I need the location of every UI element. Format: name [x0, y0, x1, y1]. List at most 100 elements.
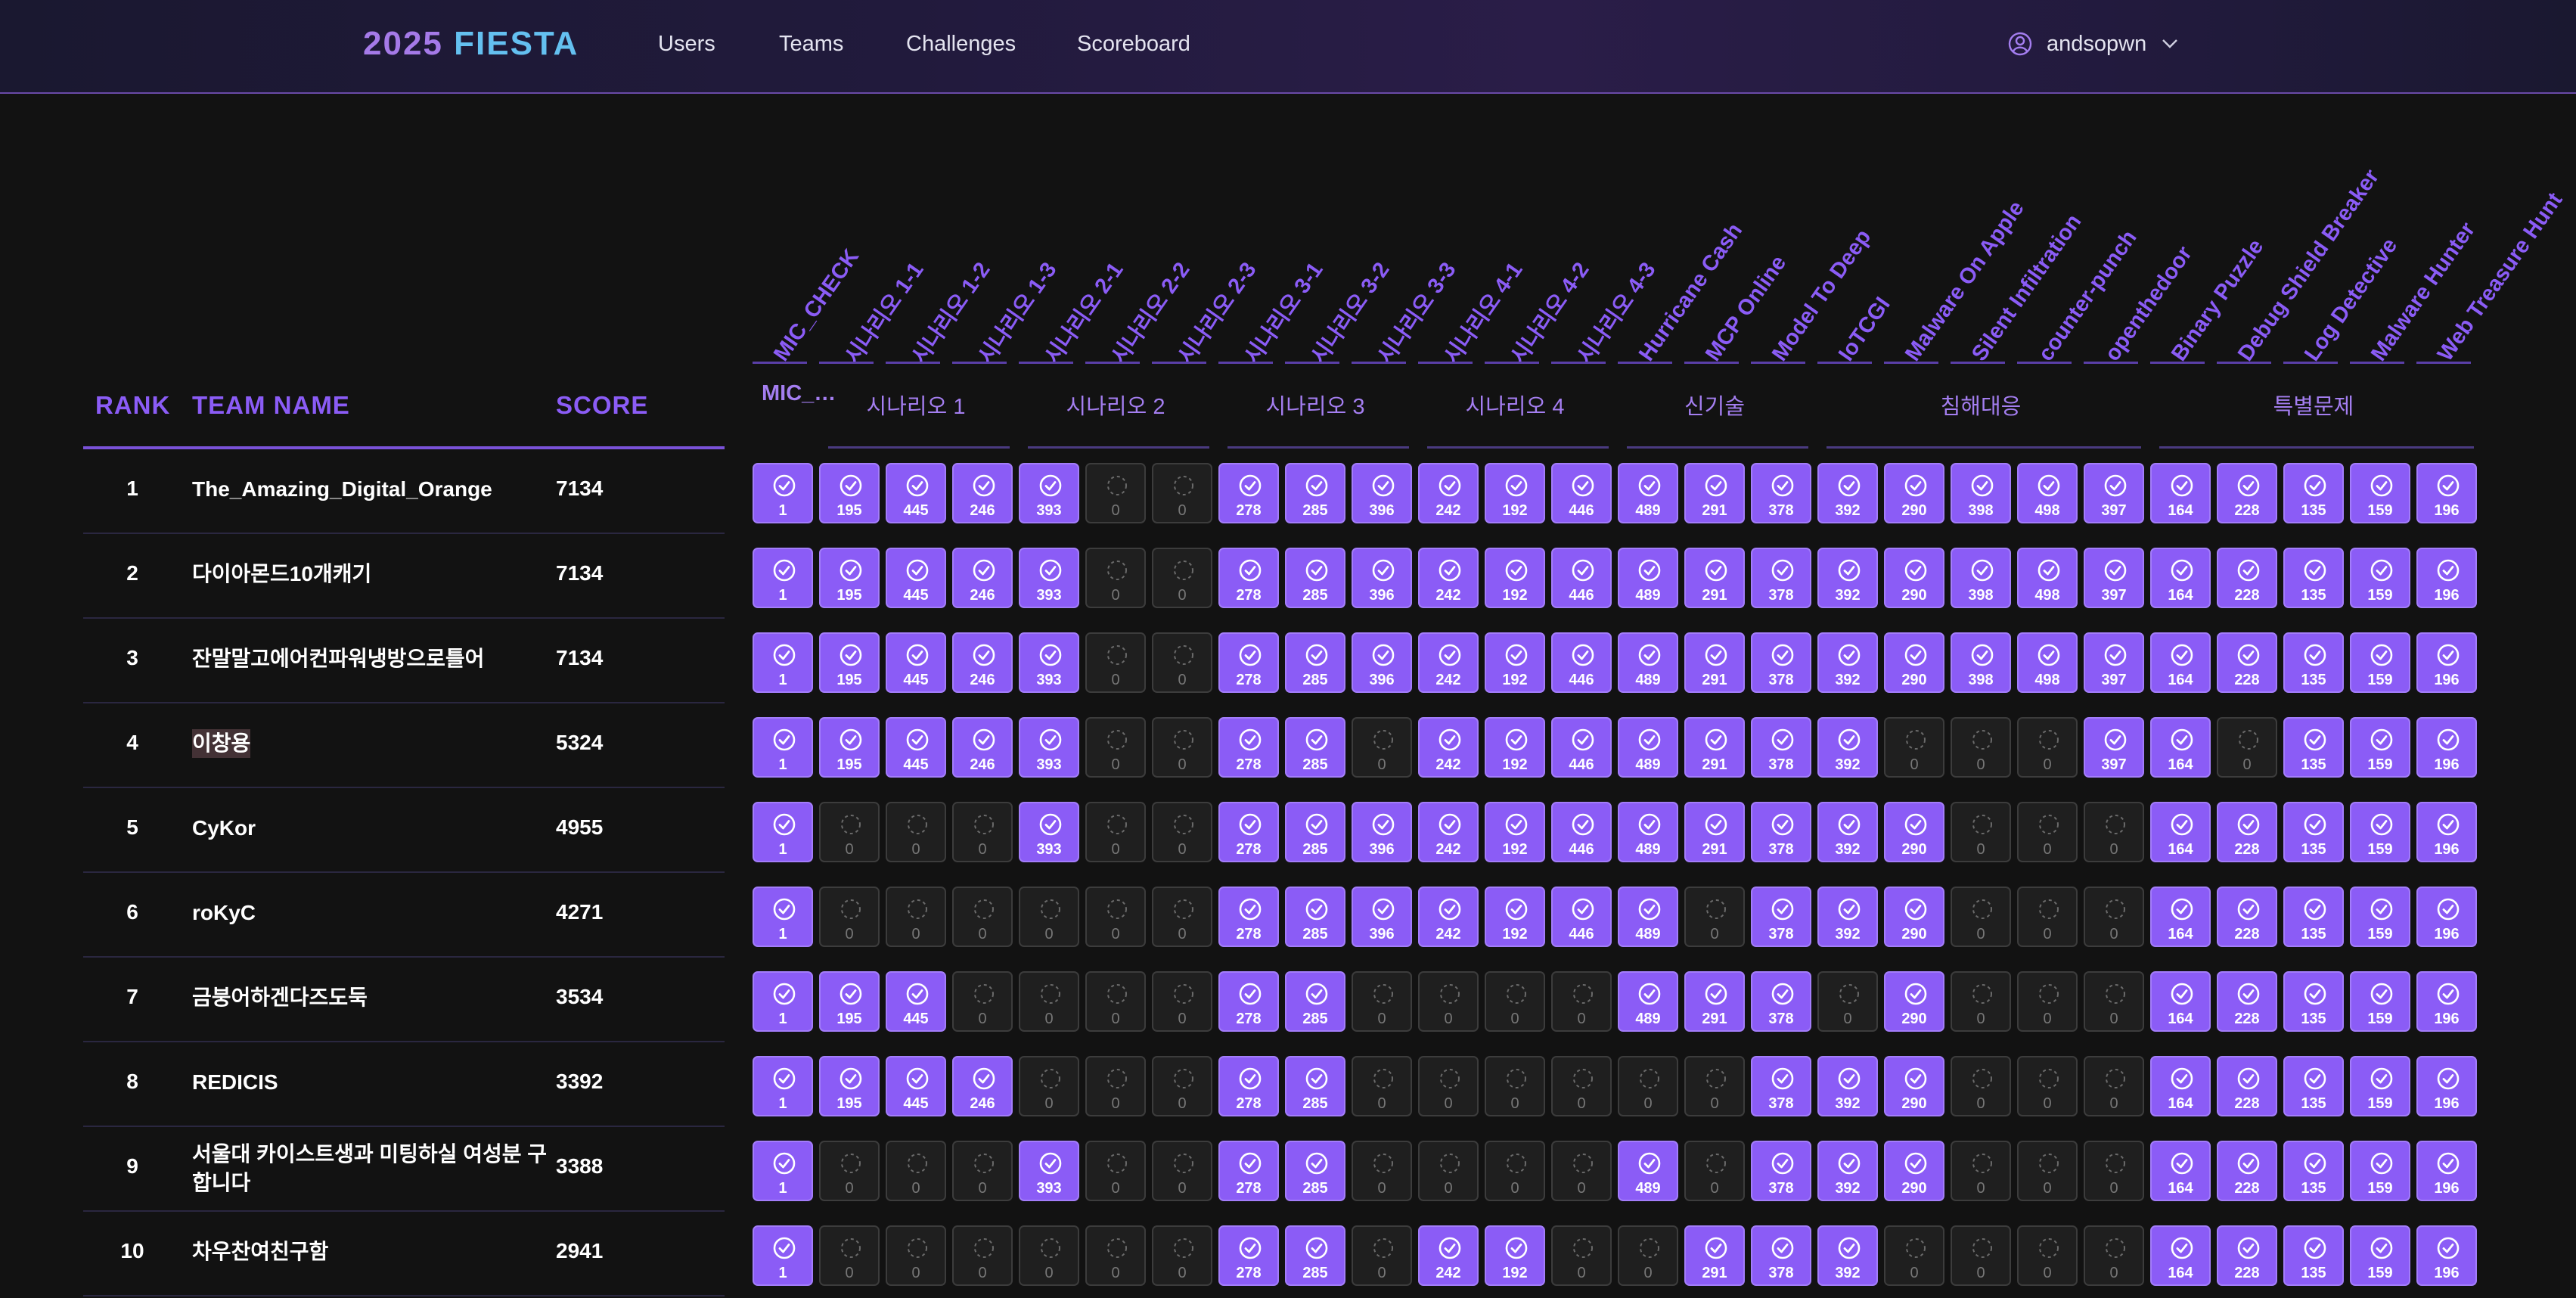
solved-cell[interactable]: 1 [753, 463, 813, 523]
solved-cell[interactable]: 290 [1884, 463, 1944, 523]
unsolved-cell[interactable]: 0 [2084, 1225, 2144, 1286]
solved-cell[interactable]: 159 [2350, 548, 2410, 608]
solved-cell[interactable]: 135 [2283, 717, 2344, 778]
solved-cell[interactable]: 159 [2350, 632, 2410, 693]
solved-cell[interactable]: 378 [1751, 632, 1811, 693]
solved-cell[interactable]: 446 [1551, 463, 1612, 523]
solved-cell[interactable]: 392 [1817, 1141, 1878, 1201]
team-name-link[interactable]: 잔말말고에어컨파워냉방으로틀어 [192, 644, 548, 673]
solved-cell[interactable]: 135 [2283, 1056, 2344, 1116]
unsolved-cell[interactable]: 0 [886, 802, 946, 862]
solved-cell[interactable]: 291 [1684, 632, 1745, 693]
solved-cell[interactable]: 393 [1019, 802, 1079, 862]
solved-cell[interactable]: 378 [1751, 717, 1811, 778]
unsolved-cell[interactable]: 0 [1085, 717, 1146, 778]
unsolved-cell[interactable]: 0 [2084, 802, 2144, 862]
solved-cell[interactable]: 290 [1884, 971, 1944, 1032]
solved-cell[interactable]: 445 [886, 632, 946, 693]
unsolved-cell[interactable]: 0 [1085, 802, 1146, 862]
unsolved-cell[interactable]: 0 [2017, 1141, 2078, 1201]
solved-cell[interactable]: 242 [1418, 802, 1479, 862]
solved-cell[interactable]: 445 [886, 1056, 946, 1116]
solved-cell[interactable]: 285 [1285, 717, 1345, 778]
unsolved-cell[interactable]: 0 [1352, 1141, 1412, 1201]
solved-cell[interactable]: 278 [1218, 1141, 1279, 1201]
solved-cell[interactable]: 164 [2150, 1225, 2211, 1286]
solved-cell[interactable]: 498 [2017, 548, 2078, 608]
unsolved-cell[interactable]: 0 [1551, 1056, 1612, 1116]
unsolved-cell[interactable]: 0 [1951, 802, 2011, 862]
unsolved-cell[interactable]: 0 [1085, 1056, 1146, 1116]
solved-cell[interactable]: 285 [1285, 632, 1345, 693]
solved-cell[interactable]: 164 [2150, 1056, 2211, 1116]
solved-cell[interactable]: 398 [1951, 548, 2011, 608]
solved-cell[interactable]: 396 [1352, 463, 1412, 523]
solved-cell[interactable]: 1 [753, 1056, 813, 1116]
solved-cell[interactable]: 135 [2283, 548, 2344, 608]
solved-cell[interactable]: 290 [1884, 632, 1944, 693]
solved-cell[interactable]: 445 [886, 463, 946, 523]
solved-cell[interactable]: 1 [753, 548, 813, 608]
solved-cell[interactable]: 228 [2217, 548, 2277, 608]
solved-cell[interactable]: 446 [1551, 887, 1612, 947]
solved-cell[interactable]: 446 [1551, 548, 1612, 608]
team-name-link[interactable]: 서울대 카이스트생과 미팅하실 여성분 구합니다 [192, 1140, 548, 1197]
unsolved-cell[interactable]: 0 [1684, 1141, 1745, 1201]
solved-cell[interactable]: 159 [2350, 1225, 2410, 1286]
solved-cell[interactable]: 392 [1817, 887, 1878, 947]
solved-cell[interactable]: 1 [753, 887, 813, 947]
unsolved-cell[interactable]: 0 [1951, 1056, 2011, 1116]
unsolved-cell[interactable]: 0 [1418, 1141, 1479, 1201]
challenge-header[interactable]: Web Treasure Hunt [2433, 188, 2568, 366]
solved-cell[interactable]: 489 [1618, 717, 1678, 778]
solved-cell[interactable]: 196 [2416, 887, 2477, 947]
nav-users[interactable]: Users [658, 27, 715, 61]
solved-cell[interactable]: 378 [1751, 1225, 1811, 1286]
solved-cell[interactable]: 393 [1019, 632, 1079, 693]
solved-cell[interactable]: 291 [1684, 1225, 1745, 1286]
unsolved-cell[interactable]: 0 [2017, 971, 2078, 1032]
solved-cell[interactable]: 393 [1019, 548, 1079, 608]
solved-cell[interactable]: 228 [2217, 1056, 2277, 1116]
unsolved-cell[interactable]: 0 [1418, 971, 1479, 1032]
solved-cell[interactable]: 195 [819, 717, 880, 778]
unsolved-cell[interactable]: 0 [1684, 1056, 1745, 1116]
solved-cell[interactable]: 1 [753, 1141, 813, 1201]
solved-cell[interactable]: 195 [819, 632, 880, 693]
solved-cell[interactable]: 290 [1884, 548, 1944, 608]
unsolved-cell[interactable]: 0 [2017, 717, 2078, 778]
unsolved-cell[interactable]: 0 [819, 1225, 880, 1286]
solved-cell[interactable]: 392 [1817, 548, 1878, 608]
solved-cell[interactable]: 1 [753, 802, 813, 862]
unsolved-cell[interactable]: 0 [1152, 1056, 1212, 1116]
solved-cell[interactable]: 135 [2283, 1225, 2344, 1286]
unsolved-cell[interactable]: 0 [2084, 971, 2144, 1032]
solved-cell[interactable]: 196 [2416, 802, 2477, 862]
unsolved-cell[interactable]: 0 [1152, 548, 1212, 608]
solved-cell[interactable]: 278 [1218, 717, 1279, 778]
solved-cell[interactable]: 446 [1551, 632, 1612, 693]
unsolved-cell[interactable]: 0 [886, 1141, 946, 1201]
solved-cell[interactable]: 164 [2150, 1141, 2211, 1201]
unsolved-cell[interactable]: 0 [1019, 887, 1079, 947]
solved-cell[interactable]: 192 [1485, 887, 1545, 947]
unsolved-cell[interactable]: 0 [1085, 632, 1146, 693]
unsolved-cell[interactable]: 0 [2017, 1056, 2078, 1116]
solved-cell[interactable]: 396 [1352, 887, 1412, 947]
solved-cell[interactable]: 445 [886, 548, 946, 608]
solved-cell[interactable]: 195 [819, 1056, 880, 1116]
unsolved-cell[interactable]: 0 [952, 971, 1013, 1032]
solved-cell[interactable]: 1 [753, 632, 813, 693]
solved-cell[interactable]: 397 [2084, 717, 2144, 778]
unsolved-cell[interactable]: 0 [1551, 1225, 1612, 1286]
solved-cell[interactable]: 164 [2150, 971, 2211, 1032]
solved-cell[interactable]: 196 [2416, 1225, 2477, 1286]
solved-cell[interactable]: 445 [886, 717, 946, 778]
solved-cell[interactable]: 278 [1218, 887, 1279, 947]
team-name-link[interactable]: 차우찬여친구함 [192, 1237, 548, 1266]
unsolved-cell[interactable]: 0 [1884, 1225, 1944, 1286]
unsolved-cell[interactable]: 0 [2084, 1141, 2144, 1201]
unsolved-cell[interactable]: 0 [1951, 887, 2011, 947]
unsolved-cell[interactable]: 0 [1152, 632, 1212, 693]
solved-cell[interactable]: 393 [1019, 717, 1079, 778]
